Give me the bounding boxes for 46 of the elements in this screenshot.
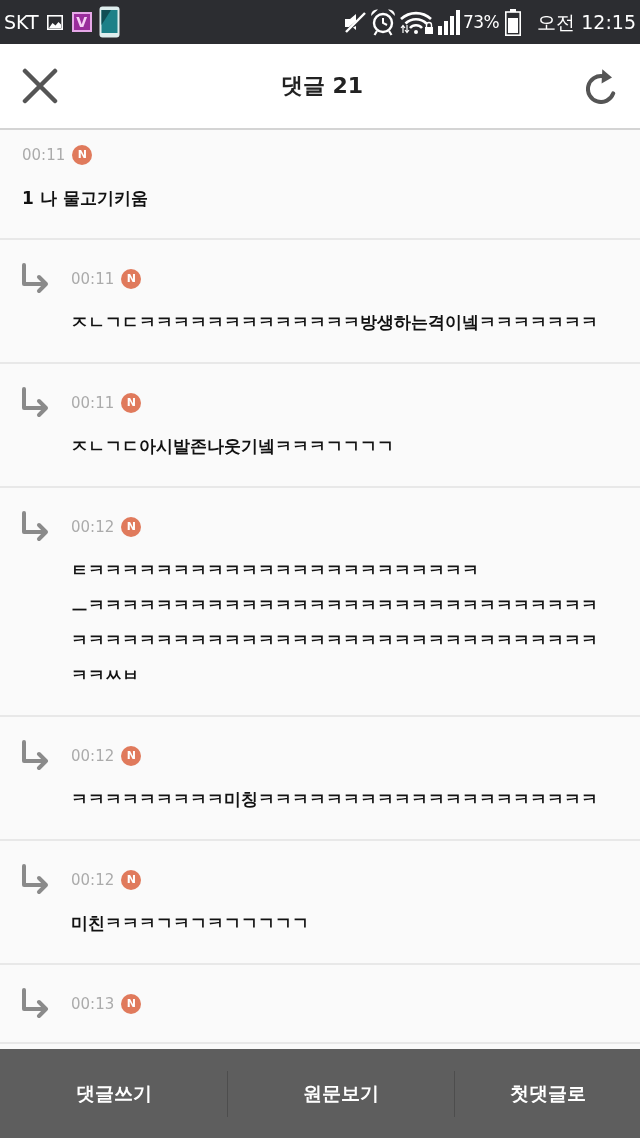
new-badge: N — [121, 517, 142, 537]
comment-text: ㅡㅋㅋㅋㅋㅋㅋㅋㅋㅋㅋㅋㅋㅋㅋㅋㅋㅋㅋㅋㅋㅋㅋㅋㅋㅋㅋㅋㅋㅋㅋㅋㅋㅋㅋㅋㅋㅋㅋㅋㅋㅋㅋㅋㅋㅋㅋㅋㅋㅋㅋㅋㅋㅋㅋㅋㅋㅋㅋㅋㅋㅋㅋㅋㅆㅂ — [71, 594, 599, 687]
comment-time: 00:12 — [71, 747, 115, 765]
reply-arrow-icon — [20, 740, 50, 772]
comment-time: 00:12 — [71, 871, 115, 889]
close-button[interactable] — [20, 66, 60, 106]
comment-text: 미친ㅋㅋㅋㄱㅋㄱㅋㄱㄱㄱㄱㄱ — [71, 912, 310, 935]
new-badge: N — [121, 746, 142, 766]
reply-arrow-icon — [20, 387, 50, 419]
comment-time: 00:11 — [22, 146, 66, 164]
app-notification-icon: V — [71, 12, 92, 32]
wifi-icon — [399, 10, 434, 34]
action-button[interactable]: 댓글쓰기 — [0, 1072, 227, 1115]
header-title: 댓글 21 — [280, 72, 364, 100]
comment-text: ㅈㄴㄱㄷ아시발존나웃기넼ㅋㅋㅋㄱㄱㄱㄱ — [71, 435, 395, 458]
new-badge: N — [121, 870, 142, 890]
comment-text: 1 나 물고기키움 — [22, 187, 149, 210]
image-icon — [46, 14, 63, 30]
new-badge: N — [121, 393, 142, 413]
reply-arrow-icon — [20, 864, 50, 896]
reply-arrow-icon — [20, 511, 50, 543]
action-button[interactable]: 원문보기 — [228, 1072, 454, 1115]
comment-text: ㅋㅋㅋㅋㅋㅋㅋㅋㅋ미칭ㅋㅋㅋㅋㅋㅋㅋㅋㅋㅋㅋㅋㅋㅋㅋㅋㅋㅋㅋㅋ — [71, 788, 599, 811]
new-badge: N — [121, 269, 142, 289]
reply-arrow-icon — [20, 263, 50, 295]
close-icon — [22, 68, 58, 104]
action-button[interactable]: 첫댓글로 — [455, 1072, 640, 1115]
signal-icon — [437, 9, 461, 35]
mute-icon — [342, 10, 367, 34]
new-badge: N — [72, 145, 93, 165]
comment-time: 00:11 — [71, 270, 115, 288]
comment-text: ㅌㅋㅋㅋㅋㅋㅋㅋㅋㅋㅋㅋㅋㅋㅋㅋㅋㅋㅋㅋㅋㅋㅋㅋ — [71, 559, 480, 582]
carrier-name: SKT — [4, 11, 39, 33]
comment-time: 00:13 — [71, 995, 115, 1013]
reply-arrow-icon — [20, 988, 50, 1020]
refresh-button[interactable] — [584, 66, 618, 106]
phone-icon — [98, 6, 120, 38]
comment-time: 00:12 — [71, 518, 115, 536]
battery-icon — [505, 8, 522, 36]
clock-time: 오전 12:15 — [537, 11, 636, 33]
battery-percentage: 73% — [462, 11, 500, 33]
alarm-clock-icon — [368, 8, 397, 36]
comment-text: ㅈㄴㄱㄷㅋㅋㅋㅋㅋㅋㅋㅋㅋㅋㅋㅋㅋ방생하는격이넼ㅋㅋㅋㅋㅋㅋㅋ — [71, 311, 599, 334]
refresh-icon — [586, 68, 616, 104]
comment-time: 00:11 — [71, 394, 115, 412]
new-badge: N — [121, 994, 142, 1014]
